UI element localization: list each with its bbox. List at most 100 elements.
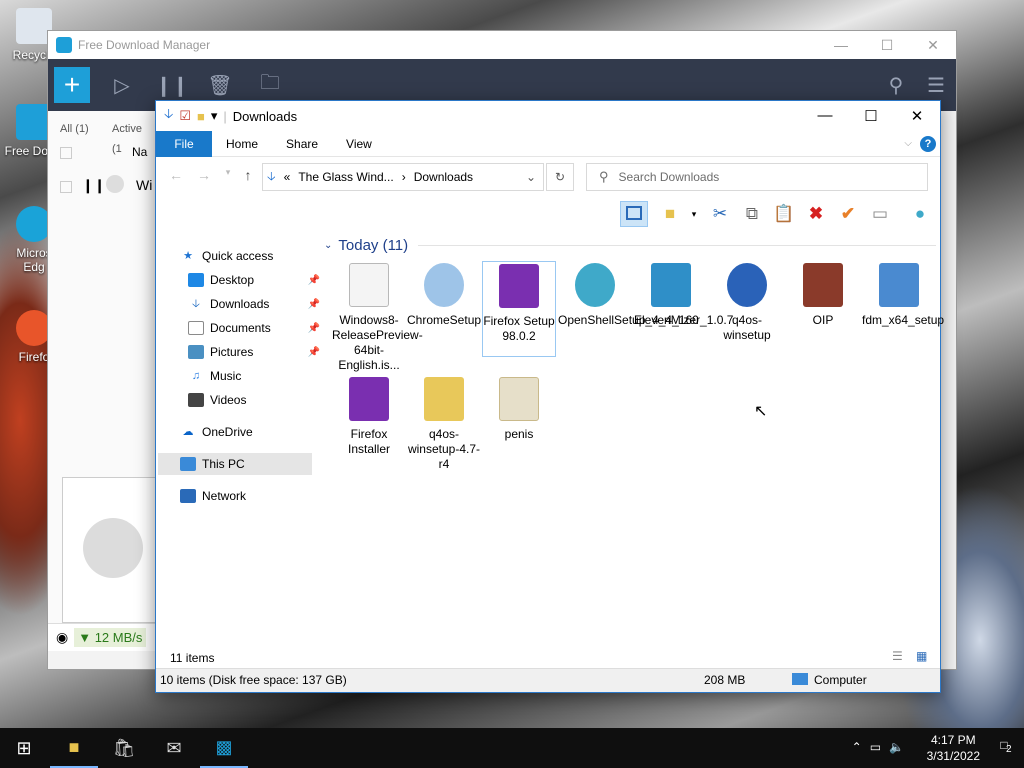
file-item[interactable]: OpenShellSetup_4_4_160	[558, 263, 699, 328]
resume-icon[interactable]: ▷	[104, 67, 140, 103]
nav-videos[interactable]: Videos	[188, 389, 320, 411]
forward-icon[interactable]: →	[194, 167, 214, 183]
volume-icon[interactable]: 🔈	[889, 740, 904, 754]
nav-downloads[interactable]: 🡣 Downloads 📌	[188, 293, 320, 315]
pin-icon[interactable]: 📌	[308, 347, 320, 358]
address-bar[interactable]: 🡣 « The Glass Wind... › Downloads ⌄	[262, 163, 544, 191]
preview-pane-icon[interactable]	[620, 201, 648, 227]
nav-this-pc[interactable]: This PC	[158, 453, 312, 475]
chevron-right-icon[interactable]: ›	[402, 170, 406, 184]
chevron-down-icon[interactable]: ▾	[211, 108, 218, 124]
minimize-icon[interactable]: —	[818, 37, 864, 54]
nav-onedrive[interactable]: ☁ OneDrive	[180, 421, 312, 443]
tab-all[interactable]: All (1)	[54, 119, 95, 139]
maximize-icon[interactable]: ☐	[864, 37, 910, 54]
file-item[interactable]: Windows8-ReleasePreview-64bit-English.is…	[332, 263, 423, 373]
clock[interactable]: 4:17 PM 3/31/2022	[927, 732, 980, 764]
firefox-icon	[499, 264, 539, 308]
nav-network[interactable]: Network	[180, 485, 312, 507]
breadcrumb-overflow[interactable]: «	[284, 170, 291, 184]
pin-icon[interactable]: 📌	[308, 323, 320, 334]
start-button[interactable]: ⊞	[0, 728, 48, 768]
file-item[interactable]: ElevenMizer_1.0.7	[634, 263, 733, 328]
speed-indicator[interactable]: ▼ 12 MB/s	[74, 628, 147, 647]
file-item[interactable]: fdm_x64_setup	[862, 263, 944, 328]
properties-icon[interactable]: ☑	[179, 108, 191, 124]
file-item[interactable]: q4os-winsetup-4.7-r4	[407, 377, 481, 472]
back-icon[interactable]: ←	[166, 167, 186, 183]
expand-ribbon-icon[interactable]: ⌵	[904, 138, 912, 149]
mail-taskbar-icon[interactable]: ✉	[150, 728, 198, 768]
file-item[interactable]: ChromeSetup	[407, 263, 481, 328]
close-icon[interactable]: ✕	[894, 107, 940, 125]
desktop-icon	[188, 273, 204, 287]
chevron-down-icon[interactable]: ⌄	[324, 240, 332, 251]
nav-music[interactable]: ♫ Music	[188, 365, 320, 387]
firefox-icon	[349, 377, 389, 421]
store-taskbar-icon[interactable]: 🛍	[100, 728, 148, 768]
pause-icon[interactable]: ❙❙	[82, 177, 105, 194]
nav-quick-access[interactable]: ★ Quick access	[180, 245, 312, 267]
column-header-name[interactable]: Na	[132, 145, 147, 159]
new-folder-icon[interactable]: ■	[197, 109, 205, 124]
pin-icon[interactable]: 📌	[308, 275, 320, 286]
select-all-checkbox[interactable]	[60, 147, 72, 159]
paste-icon[interactable]: 📋	[770, 201, 798, 227]
download-row-name[interactable]: Wi	[136, 177, 152, 193]
tab-active[interactable]: Active (1	[106, 119, 156, 155]
tab-view[interactable]: View	[332, 131, 386, 157]
nav-label: Music	[210, 369, 242, 383]
refresh-icon[interactable]: ↻	[546, 163, 574, 191]
chevron-down-icon[interactable]: ▾	[680, 201, 708, 227]
nav-documents[interactable]: Documents 📌	[188, 317, 320, 339]
breadcrumb-current[interactable]: Downloads	[414, 170, 473, 184]
cloud-icon: ☁	[182, 426, 194, 438]
file-item[interactable]: penis	[482, 377, 556, 442]
file-item-selected[interactable]: Firefox Setup 98.0.2	[482, 261, 556, 357]
nav-desktop[interactable]: Desktop 📌	[188, 269, 320, 291]
help-icon[interactable]: ?	[920, 135, 936, 152]
chevron-down-icon[interactable]: ⌄	[519, 170, 543, 184]
up-icon[interactable]: ↑	[238, 167, 258, 183]
details-view-icon[interactable]: ☰	[892, 649, 903, 663]
snail-icon[interactable]: ◉	[56, 629, 68, 646]
maximize-icon[interactable]: ☐	[848, 107, 894, 125]
delete-icon[interactable]: 🗑	[202, 67, 238, 103]
minimize-icon[interactable]: —	[802, 107, 848, 125]
copy-icon[interactable]: ⧉	[738, 201, 766, 227]
group-header-today[interactable]: ⌄ Today (11)	[324, 237, 936, 254]
nav-label: This PC	[202, 457, 245, 471]
pause-all-icon[interactable]: ❙❙	[154, 67, 190, 103]
file-explorer-taskbar-icon[interactable]: ■	[50, 728, 98, 768]
delete-icon[interactable]: ✖	[802, 201, 830, 227]
rename-icon[interactable]: ▭	[866, 201, 894, 227]
file-item[interactable]: OIP	[786, 263, 860, 328]
nav-pictures[interactable]: Pictures 📌	[188, 341, 320, 363]
add-download-button[interactable]: +	[54, 67, 90, 103]
download-arrow-icon[interactable]: 🡣	[164, 105, 173, 127]
tab-share[interactable]: Share	[272, 131, 332, 157]
search-icon[interactable]: ⚲	[878, 67, 914, 103]
breadcrumb-parent[interactable]: The Glass Wind...	[298, 170, 393, 184]
menu-icon[interactable]: ☰	[918, 67, 954, 103]
tab-file[interactable]: File	[156, 130, 212, 157]
shell-icon[interactable]: ●	[906, 201, 934, 227]
checkmark-icon[interactable]: ✔	[834, 201, 862, 227]
close-icon[interactable]: ✕	[910, 37, 956, 54]
file-item[interactable]: Firefox Installer	[332, 377, 406, 457]
tab-home[interactable]: Home	[212, 131, 272, 157]
pin-icon[interactable]: 📌	[308, 299, 320, 310]
chevron-up-icon[interactable]: ⌃	[852, 740, 862, 754]
network-icon	[180, 489, 196, 503]
move-folder-icon[interactable]: 🗀	[252, 67, 288, 103]
file-item[interactable]: q4os-winsetup	[710, 263, 784, 343]
row-checkbox[interactable]	[60, 181, 72, 193]
notification-center-icon[interactable]: □ 2	[992, 738, 1016, 755]
recent-locations-icon[interactable]: ▾	[218, 167, 238, 178]
clock-date: 3/31/2022	[926, 749, 980, 763]
network-status-icon[interactable]: ▭	[870, 740, 881, 754]
fdm-taskbar-icon[interactable]: ▩	[200, 728, 248, 768]
large-icons-view-icon[interactable]: ▦	[916, 649, 927, 663]
search-input[interactable]: ⚲ Search Downloads	[586, 163, 928, 191]
cut-icon[interactable]: ✂	[706, 201, 734, 227]
